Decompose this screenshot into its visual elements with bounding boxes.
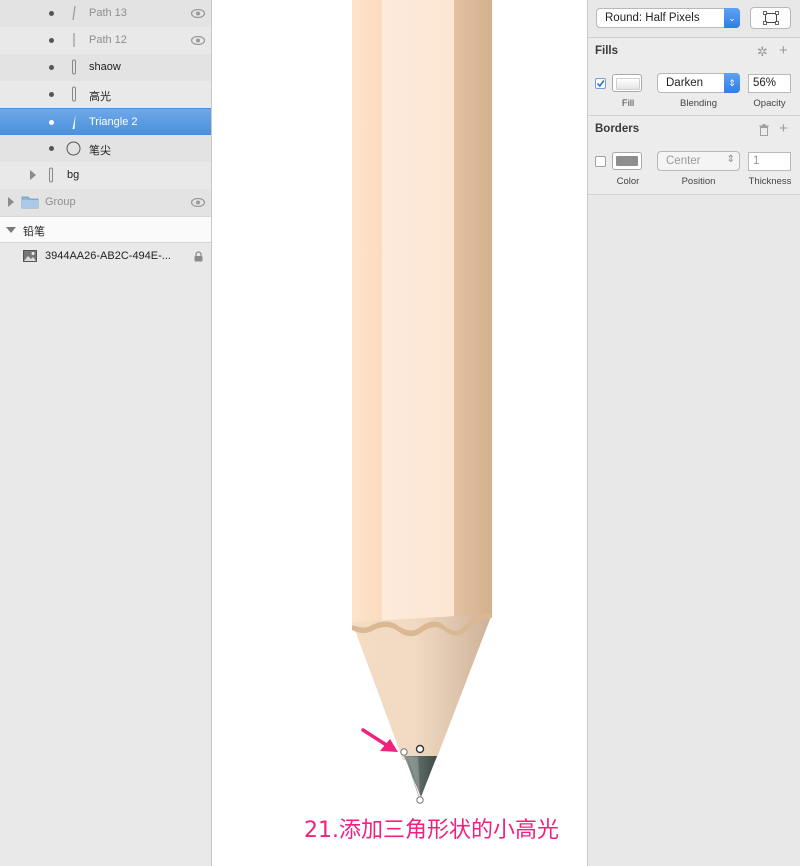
border-enabled-checkbox[interactable] <box>595 156 606 167</box>
thickness-value: 1 <box>753 155 760 167</box>
layer-label: 笔尖 <box>89 145 111 157</box>
checkmark-icon <box>596 80 605 88</box>
inspector-panel: Round: Half Pixels ⌄ Fills ✲ + Fill Dark… <box>587 0 800 866</box>
add-fill-icon[interactable]: + <box>779 42 788 59</box>
path-icon <box>72 5 76 21</box>
thickness-caption: Thickness <box>748 176 792 187</box>
layers-panel: Path 13 Path 12 shaow 高光 Triangle 2 笔尖 b… <box>0 0 212 866</box>
disclosure-right-icon[interactable] <box>30 170 36 180</box>
opacity-input[interactable]: 56% <box>748 74 791 93</box>
layer-bullet <box>49 65 54 70</box>
border-position-select[interactable]: Center ⇕ <box>657 151 740 171</box>
layer-label: Triangle 2 <box>89 116 138 128</box>
blending-select-value: Darken <box>666 77 704 89</box>
fill-enabled-checkbox[interactable] <box>595 78 606 89</box>
trash-icon[interactable] <box>759 124 769 136</box>
border-row: Color Center ⇕ Position 1 Thickness <box>588 143 800 195</box>
layer-row-bitmap[interactable]: 3944AA26-AB2C-494E-... <box>0 243 211 270</box>
fit-to-size-button[interactable] <box>750 7 791 29</box>
fill-color-swatch[interactable] <box>612 74 642 92</box>
disclosure-down-icon[interactable] <box>6 227 16 233</box>
rounding-select[interactable]: Round: Half Pixels ⌄ <box>596 8 740 28</box>
layer-label: 高光 <box>89 91 111 103</box>
layer-bullet <box>49 11 54 16</box>
layer-bullet <box>49 120 54 125</box>
layer-bullet <box>49 38 54 43</box>
blending-select[interactable]: Darken ⇕ <box>657 73 740 93</box>
eye-icon[interactable] <box>191 198 205 207</box>
add-border-icon[interactable]: + <box>779 120 788 137</box>
pencil-artwork <box>352 0 492 804</box>
layer-label: Path 13 <box>89 7 127 19</box>
folder-icon <box>21 196 39 209</box>
layer-label: Group <box>45 196 76 208</box>
resize-bounds-icon <box>763 11 779 25</box>
path-icon <box>72 59 76 75</box>
disclosure-right-icon[interactable] <box>8 197 14 207</box>
canvas[interactable] <box>213 0 587 866</box>
triangle-icon <box>72 115 76 129</box>
rounding-select-value: Round: Half Pixels <box>605 12 700 24</box>
artboard-label: 铅笔 <box>23 226 45 238</box>
border-color-preview <box>616 156 638 166</box>
border-color-swatch[interactable] <box>612 152 642 170</box>
layer-bullet <box>49 146 54 151</box>
layer-row-shaow[interactable]: shaow <box>0 54 211 81</box>
fill-color-preview <box>616 78 640 90</box>
thickness-input[interactable]: 1 <box>748 152 791 171</box>
layer-row-highlight[interactable]: 高光 <box>0 81 211 108</box>
path-icon <box>73 33 75 47</box>
border-position-value: Center <box>666 155 701 167</box>
layer-row-bg[interactable]: bg <box>0 162 211 189</box>
fill-caption: Fill <box>621 98 635 109</box>
updown-arrows-icon: ⇕ <box>726 154 735 165</box>
opacity-caption: Opacity <box>753 98 786 109</box>
path-icon <box>72 86 76 102</box>
layer-row-path-13[interactable]: Path 13 <box>0 0 211 27</box>
chevron-down-icon: ⌄ <box>724 8 740 28</box>
layer-label: bg <box>67 169 80 181</box>
fills-header: Fills ✲ + <box>588 37 800 67</box>
artboard-row[interactable]: 铅笔 <box>0 216 211 243</box>
borders-title: Borders <box>595 123 640 135</box>
layer-label: 3944AA26-AB2C-494E-... <box>45 250 171 262</box>
updown-arrows-icon: ⇕ <box>724 73 740 93</box>
borders-header: Borders + <box>588 115 800 145</box>
fills-title: Fills <box>595 45 619 57</box>
color-caption: Color <box>616 176 640 187</box>
layer-label: Path 12 <box>89 34 127 46</box>
layer-row-nib[interactable]: 笔尖 <box>0 135 211 162</box>
layer-row-triangle-2[interactable]: Triangle 2 <box>0 108 211 135</box>
position-caption: Position <box>681 176 716 187</box>
image-icon <box>23 250 37 262</box>
layer-label: shaow <box>89 61 121 73</box>
step-caption: 21.添加三角形状的小高光 <box>304 818 559 843</box>
opacity-value: 56% <box>753 77 777 89</box>
lock-icon[interactable] <box>194 251 203 262</box>
fill-row: Fill Darken ⇕ Blending 56% Opacity <box>588 65 800 116</box>
layer-row-group[interactable]: Group <box>0 189 211 216</box>
blending-caption: Blending <box>680 98 717 109</box>
eye-icon[interactable] <box>191 9 205 18</box>
path-icon <box>49 167 53 183</box>
eye-icon[interactable] <box>191 36 205 45</box>
layer-row-path-12[interactable]: Path 12 <box>0 27 211 54</box>
layer-bullet <box>49 92 54 97</box>
oval-icon <box>66 141 81 156</box>
gear-icon[interactable]: ✲ <box>757 44 768 60</box>
